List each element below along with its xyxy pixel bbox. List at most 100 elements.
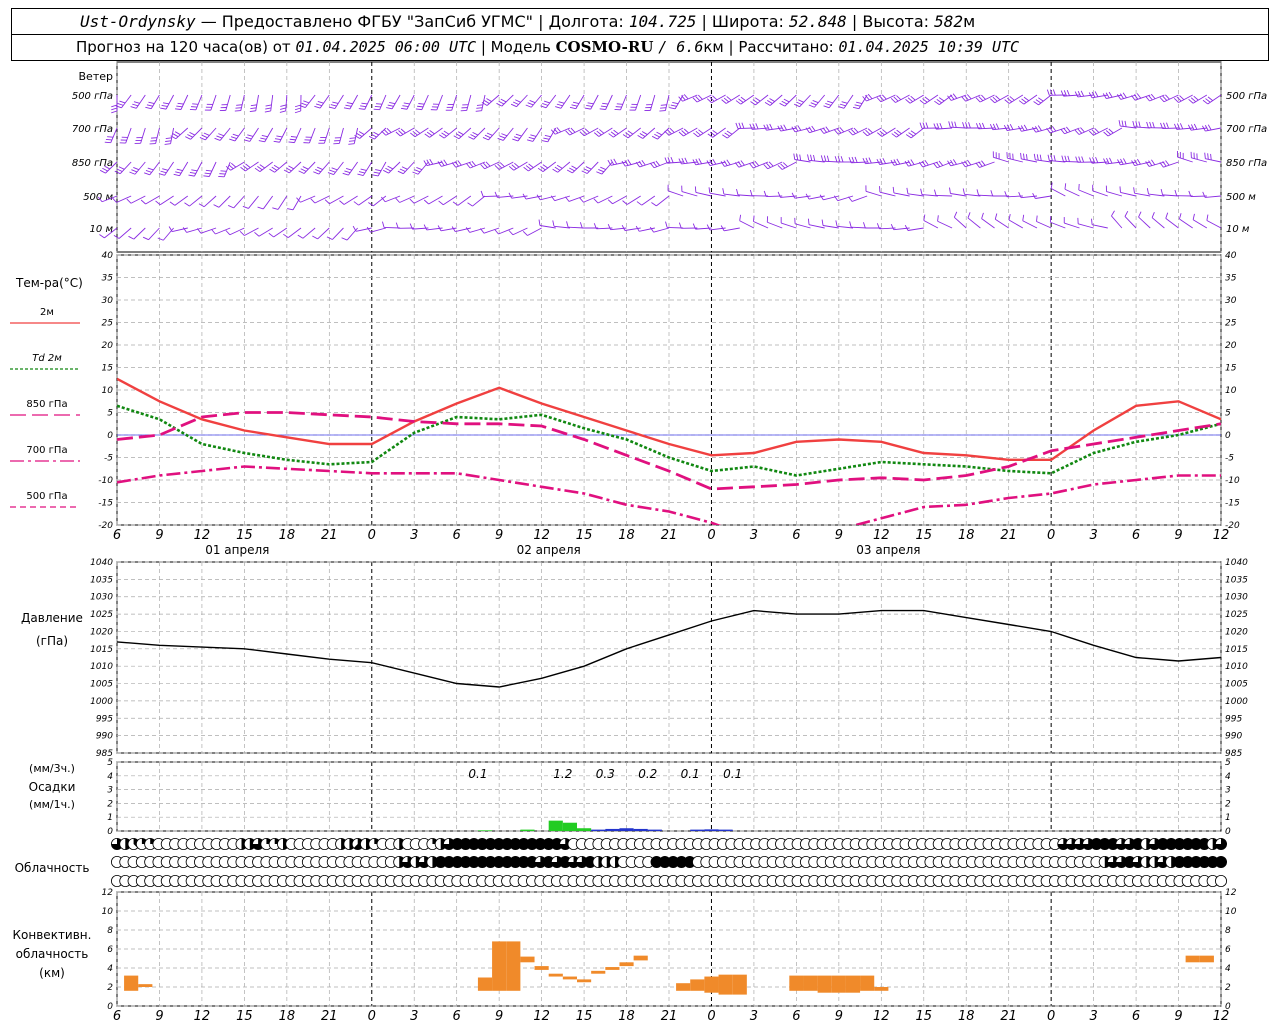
wind-barb-feather [1052, 89, 1056, 96]
wind-barb-feather [389, 101, 396, 105]
wind-barb [438, 195, 457, 206]
conv-cloud-bar [548, 973, 563, 977]
wind-barb-feather [825, 103, 832, 106]
wind-barb-feather [472, 131, 479, 136]
wind-barb-feather [274, 138, 282, 141]
wind-barb-feather [165, 137, 172, 139]
wind-barb [329, 94, 344, 110]
wind-barb [342, 161, 358, 176]
wind-barb-feather [1205, 98, 1211, 103]
wind-barb-feather [205, 169, 212, 172]
legend-label: 2м [40, 307, 54, 318]
wind-barb [314, 94, 330, 109]
wind-barb-feather [144, 172, 150, 176]
wind-barb-feather [849, 221, 852, 228]
wind-barb [766, 216, 783, 229]
wind-barb [1124, 210, 1137, 229]
wind-barb-feather [593, 198, 599, 204]
wind-barb-feather [482, 137, 489, 141]
y-tick-label: 1025 [90, 610, 113, 620]
wind-barb [497, 127, 514, 141]
wind-barb-feather [353, 201, 359, 206]
wind-barb-feather [766, 162, 771, 168]
wind-barb [234, 94, 245, 112]
wind-barb [482, 127, 500, 141]
wind-barb-staff [575, 94, 585, 109]
wind-barb [174, 94, 189, 110]
wind-barb-feather [865, 129, 871, 135]
wind-barb [160, 94, 175, 110]
wind-barb-feather [465, 163, 471, 169]
y-tick-label: 25 [102, 319, 114, 329]
wind-barb-feather [423, 199, 429, 205]
wind-barb-feather [1210, 153, 1212, 160]
conv-cloud-bar [803, 975, 818, 991]
wind-level-label: 700 гПа [72, 124, 113, 135]
x-tick-label: 21 [321, 1009, 338, 1024]
x-tick-label: 18 [618, 1009, 635, 1024]
y-tick-label-right: 1015 [1225, 645, 1248, 655]
wind-barb [739, 214, 755, 229]
wind-barb [243, 127, 259, 142]
wind-barb [865, 185, 882, 197]
y-tick-label-right: -10 [1225, 476, 1240, 486]
wind-barb-feather [225, 230, 231, 236]
wind-barb [693, 127, 712, 138]
wind-barb-staff [364, 94, 373, 110]
wind-barb [213, 195, 231, 208]
y-tick-label-right: 1025 [1225, 610, 1248, 620]
wind-barb-feather [1146, 121, 1149, 128]
wind-barb-feather [810, 154, 813, 161]
precip-bar-large-scale [591, 829, 606, 831]
precip-bar-large-scale [647, 829, 662, 831]
cloud-fill-full [1215, 856, 1227, 868]
wind-barb-feather [922, 98, 928, 103]
date-label: 03 апреля [856, 543, 920, 557]
wind-barb-feather [769, 123, 773, 130]
wind-barb-feather [740, 96, 747, 102]
wind-barb-feather [726, 96, 732, 101]
wind-barb-feather [356, 133, 363, 137]
wind-barb-feather [692, 97, 698, 103]
wind-barb-feather [1187, 124, 1192, 131]
wind-barb [460, 94, 472, 112]
wind-barb-feather [242, 165, 249, 170]
wind-barb-staff [828, 94, 840, 109]
wind-barb-staff [1177, 156, 1193, 163]
conv-cloud-bar [831, 975, 846, 993]
wind-barb-feather [978, 96, 984, 102]
wind-barb-feather [791, 192, 796, 199]
x-tick-label: 6 [792, 528, 800, 543]
wind-barb-staff [234, 127, 245, 142]
wind-barb-feather [399, 168, 406, 172]
wind-barb-feather [736, 188, 739, 195]
wind-barb-feather [741, 122, 745, 129]
x-tick-label: 12 [194, 528, 211, 543]
wind-barb-feather [781, 100, 788, 105]
wind-barb-feather [117, 103, 124, 106]
wind-barb [467, 195, 486, 207]
precip-bar-large-scale [690, 829, 705, 831]
wind-barb-staff [466, 94, 472, 111]
wind-barb [608, 127, 627, 138]
y-tick-label: -10 [98, 476, 113, 486]
wind-barb-feather [1023, 153, 1025, 160]
wind-barb-feather [1036, 215, 1038, 222]
wind-barb-feather [569, 167, 575, 172]
wind-barb [229, 127, 245, 142]
wind-barb-feather [412, 130, 418, 136]
wind-barb-feather [1081, 156, 1085, 163]
wind-barb-staff [1008, 219, 1024, 229]
wind-barb-feather [471, 160, 477, 167]
wind-barb-feather [813, 154, 816, 162]
wind-barb [452, 195, 472, 206]
wind-barb [953, 211, 967, 229]
wind-barb-feather [1066, 126, 1071, 132]
wind-barb [651, 127, 670, 140]
wind-barb-feather [346, 102, 353, 105]
wind-barb-feather [1053, 155, 1056, 162]
wind-barb-feather [826, 155, 830, 162]
wind-barb [877, 127, 896, 137]
wind-barb-feather [738, 98, 744, 103]
wind-barb [510, 94, 528, 108]
